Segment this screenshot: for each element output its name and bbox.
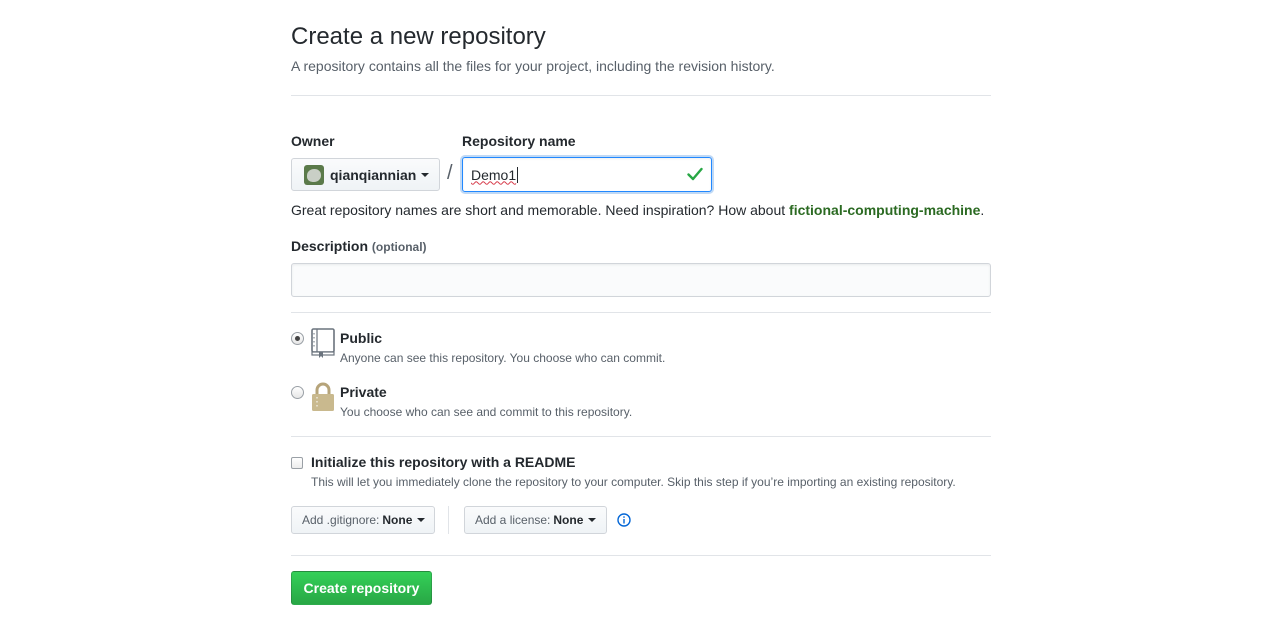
check-icon xyxy=(687,167,703,181)
readme-title: Initialize this repository with a README xyxy=(311,454,576,470)
repo-book-icon xyxy=(311,328,335,358)
private-title: Private xyxy=(340,384,387,400)
hint-text: Great repository names are short and mem… xyxy=(291,202,790,218)
gitignore-prefix: Add .gitignore: xyxy=(302,513,380,527)
divider xyxy=(291,95,991,96)
caret-down-icon xyxy=(417,518,426,522)
repo-name-hint: Great repository names are short and mem… xyxy=(291,202,984,218)
divider xyxy=(448,506,449,534)
public-radio[interactable] xyxy=(291,332,304,345)
private-desc: You choose who can see and commit to thi… xyxy=(340,405,633,419)
info-icon[interactable] xyxy=(617,513,631,527)
readme-desc: This will let you immediately clone the … xyxy=(311,475,956,489)
description-label: Description (optional) xyxy=(291,238,427,254)
owner-dropdown[interactable]: qianqiannian xyxy=(291,158,440,191)
lock-icon xyxy=(312,382,334,411)
owner-name: qianqiannian xyxy=(330,166,417,183)
page-subtitle: A repository contains all the files for … xyxy=(291,58,775,74)
description-label-text: Description xyxy=(291,238,369,254)
avatar xyxy=(304,164,324,185)
readme-checkbox[interactable] xyxy=(291,457,303,469)
name-suggestion[interactable]: fictional-computing-machine xyxy=(789,202,980,218)
hint-end: . xyxy=(980,202,985,218)
divider xyxy=(291,555,991,556)
gitignore-dropdown[interactable]: Add .gitignore: None xyxy=(291,506,435,534)
owner-label: Owner xyxy=(291,133,335,149)
page-title: Create a new repository xyxy=(291,23,546,50)
license-prefix: Add a license: xyxy=(475,513,551,527)
license-dropdown[interactable]: Add a license: None xyxy=(464,506,607,534)
divider xyxy=(291,436,991,437)
repo-name-input[interactable]: Demo1 xyxy=(462,157,712,192)
caret-down-icon xyxy=(421,172,430,177)
repo-name-label: Repository name xyxy=(462,133,576,149)
create-repository-button[interactable]: Create repository xyxy=(291,571,432,605)
public-title: Public xyxy=(340,330,383,346)
optional-tag: (optional) xyxy=(371,240,427,254)
owner-repo-separator: / xyxy=(447,162,453,184)
gitignore-value: None xyxy=(382,513,413,527)
private-radio[interactable] xyxy=(291,386,304,399)
divider xyxy=(291,312,991,313)
description-input[interactable] xyxy=(291,263,991,297)
repo-name-value: Demo1 xyxy=(471,166,519,183)
public-desc: Anyone can see this repository. You choo… xyxy=(340,351,666,365)
license-value: None xyxy=(553,513,584,527)
caret-down-icon xyxy=(588,518,597,522)
